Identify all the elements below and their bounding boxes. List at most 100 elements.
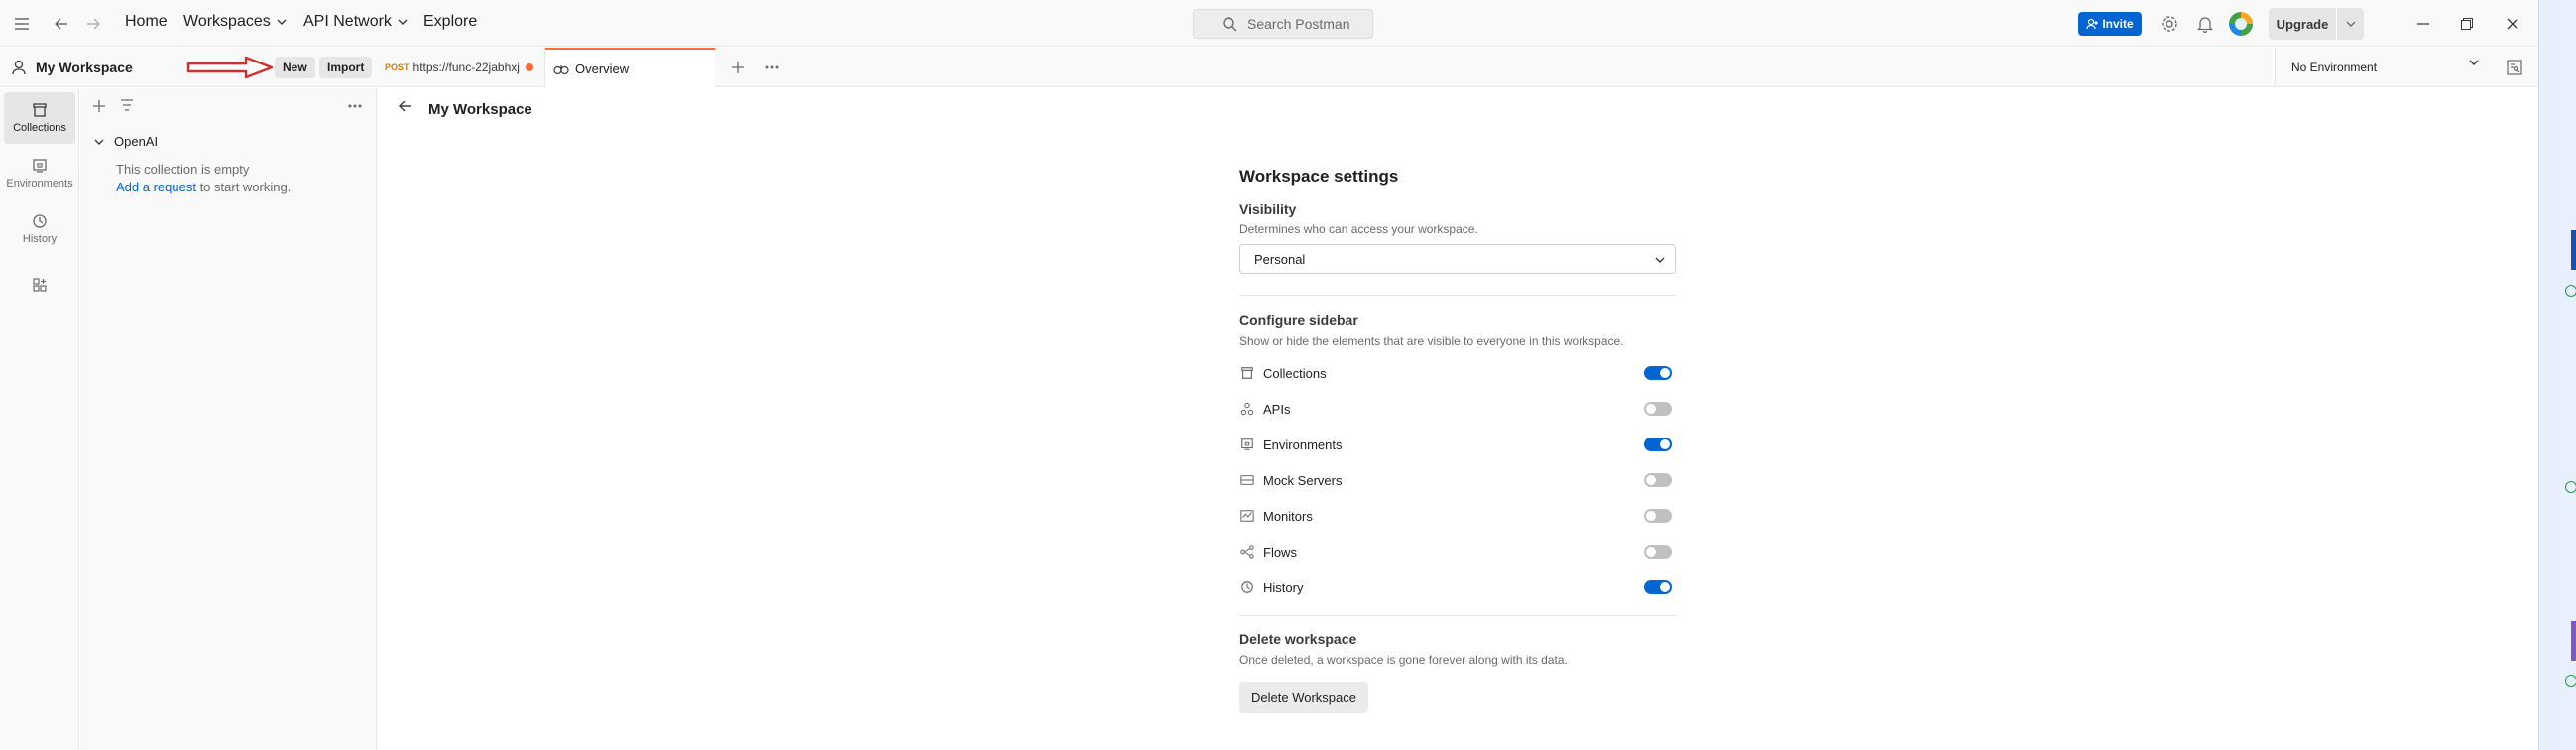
new-tab-plus-icon[interactable]: [732, 62, 744, 73]
close-icon[interactable]: [2501, 12, 2524, 36]
method-badge: POST: [385, 62, 410, 72]
avatar[interactable]: [2229, 12, 2253, 36]
rail-item-history[interactable]: History: [4, 203, 75, 255]
more-options-icon[interactable]: [348, 104, 362, 108]
add-user-icon: [2086, 18, 2099, 30]
configure-sidebar-description: Show or hide the elements that are visib…: [1239, 334, 1624, 348]
search-icon: [1223, 17, 1237, 32]
environments-icon: [33, 159, 47, 173]
window-fragment-bar: [2571, 621, 2576, 661]
forward-arrow-icon[interactable]: [81, 12, 105, 36]
delete-workspace-description: Once deleted, a workspace is gone foreve…: [1239, 653, 1568, 667]
environments-icon: [1239, 437, 1255, 452]
panel-toolbar: [80, 88, 377, 124]
check-circle-icon: [2565, 481, 2576, 493]
chevron-down-icon: [2469, 60, 2479, 65]
history-icon: [33, 214, 47, 228]
upgrade-button[interactable]: Upgrade: [2269, 8, 2364, 40]
page-title: My Workspace: [428, 101, 532, 118]
history-icon: [1239, 579, 1255, 595]
sidebar-option-mock-servers: Mock Servers: [1239, 470, 1676, 490]
rail-item-configure[interactable]: [4, 259, 75, 311]
collections-icon: [1239, 365, 1255, 381]
invite-button[interactable]: Invite: [2078, 12, 2142, 36]
visibility-heading: Visibility: [1239, 201, 1297, 217]
mock-servers-icon: [1239, 472, 1255, 488]
toggle-monitors[interactable]: [1644, 509, 1672, 523]
check-circle-icon: [2565, 675, 2576, 687]
user-icon: [12, 60, 26, 75]
settings-title: Workspace settings: [1239, 167, 1399, 186]
sidebar-option-flows: Flows: [1239, 542, 1676, 562]
toggle-mock-servers[interactable]: [1644, 473, 1672, 487]
workspace-name[interactable]: My Workspace: [36, 60, 133, 75]
add-request-link[interactable]: Add a request: [116, 180, 196, 194]
toggle-history[interactable]: [1644, 580, 1672, 594]
back-arrow-icon[interactable]: [399, 100, 412, 112]
chevron-down-icon: [398, 19, 408, 25]
delete-workspace-button[interactable]: Delete Workspace: [1239, 682, 1368, 713]
nav-api-network[interactable]: API Network: [303, 13, 408, 31]
configure-sidebar-heading: Configure sidebar: [1239, 312, 1358, 328]
collections-panel: OpenAI This collection is empty Add a re…: [80, 88, 377, 750]
grid-add-icon: [33, 278, 47, 292]
menu-icon[interactable]: [10, 12, 34, 36]
filter-input[interactable]: [138, 96, 346, 116]
apis-icon: [1239, 401, 1255, 417]
unsaved-dot-icon: [525, 63, 533, 71]
visibility-description: Determines who can access your workspace…: [1239, 222, 1478, 236]
divider: [1239, 295, 1676, 296]
tab-overview[interactable]: Overview: [545, 48, 715, 88]
sidebar-option-environments: Environments: [1239, 435, 1676, 454]
restore-icon[interactable]: [2455, 12, 2479, 36]
delete-workspace-heading: Delete workspace: [1239, 631, 1357, 647]
tab-bar: POST https://func-22jabhxj Overview No E…: [377, 48, 2538, 88]
window-fragment-bar: [2571, 230, 2576, 270]
flows-icon: [1239, 544, 1255, 560]
back-arrow-icon[interactable]: [50, 12, 73, 36]
sidebar-option-history: History: [1239, 577, 1676, 597]
chevron-down-icon[interactable]: [2337, 21, 2364, 27]
chevron-down-icon[interactable]: [94, 139, 104, 145]
toggle-flows[interactable]: [1644, 545, 1672, 559]
minimize-icon[interactable]: [2411, 12, 2435, 36]
sidebar-option-monitors: Monitors: [1239, 506, 1676, 526]
annotation-arrow-icon: [186, 56, 274, 79]
nav-home[interactable]: Home: [125, 13, 168, 31]
monitors-icon: [1239, 508, 1255, 524]
environment-quick-look-icon[interactable]: [2507, 60, 2522, 75]
tab-request[interactable]: POST https://func-22jabhxj: [377, 48, 545, 87]
settings-gear-icon[interactable]: [2158, 12, 2181, 36]
left-rail: Collections Environments History: [0, 88, 79, 750]
toggle-collections[interactable]: [1644, 366, 1672, 380]
rail-item-collections[interactable]: Collections: [4, 92, 75, 144]
environment-selector[interactable]: No Environment: [2275, 48, 2493, 87]
filter-icon[interactable]: [120, 99, 134, 111]
more-tabs-icon[interactable]: [765, 65, 779, 69]
divider: [1239, 615, 1676, 616]
nav-explore[interactable]: Explore: [423, 13, 477, 31]
search-bar[interactable]: Search Postman: [1193, 9, 1373, 39]
search-placeholder: Search Postman: [1247, 16, 1350, 32]
rail-item-environments[interactable]: Environments: [4, 148, 75, 199]
toggle-apis[interactable]: [1644, 402, 1672, 416]
notifications-bell-icon[interactable]: [2193, 12, 2217, 36]
top-bar: Home Workspaces API Network Explore Sear…: [0, 0, 2538, 47]
nav-workspaces[interactable]: Workspaces: [183, 13, 287, 31]
collection-item-openai[interactable]: OpenAI: [94, 134, 158, 149]
main-content: My Workspace Workspace settings Visibili…: [377, 88, 2538, 750]
plus-icon[interactable]: [92, 99, 106, 113]
toggle-environments[interactable]: [1644, 438, 1672, 451]
import-button[interactable]: Import: [319, 57, 373, 78]
overview-icon: [553, 64, 569, 74]
chevron-down-icon: [1655, 257, 1665, 263]
sidebar-option-apis: APIs: [1239, 399, 1676, 419]
background-window-edge: [2538, 0, 2576, 750]
empty-collection-message: This collection is empty Add a request t…: [116, 162, 292, 194]
collection-name: OpenAI: [114, 134, 159, 149]
check-circle-icon: [2565, 285, 2576, 297]
chevron-down-icon: [277, 19, 287, 25]
visibility-select[interactable]: Personal: [1239, 244, 1676, 274]
sidebar-option-collections: Collections: [1239, 363, 1676, 383]
new-button[interactable]: New: [275, 57, 315, 78]
